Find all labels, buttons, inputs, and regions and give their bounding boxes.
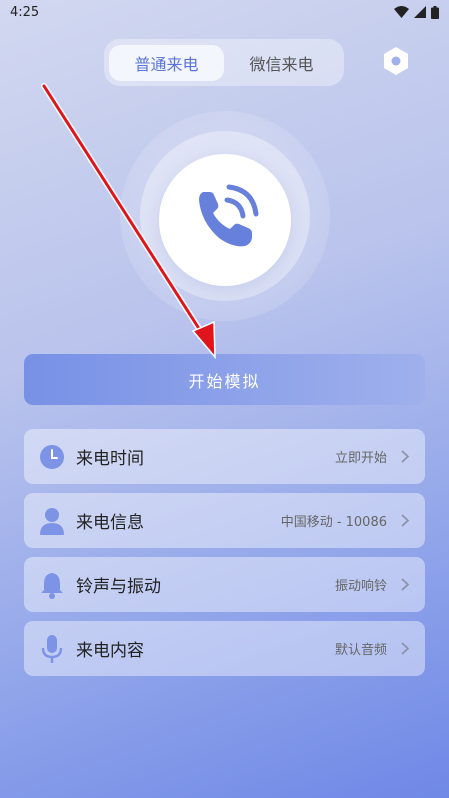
wifi-icon <box>394 6 409 18</box>
row-value: 振动响铃 <box>334 579 387 594</box>
person-icon <box>38 507 66 535</box>
settings-icon <box>382 46 410 80</box>
row-label: 来电信息 <box>76 513 144 533</box>
chevron-right-icon <box>399 450 411 464</box>
phone-ringing-icon <box>189 182 261 258</box>
row-value: 默认音频 <box>334 643 387 658</box>
start-simulation-button[interactable]: 开始模拟 <box>24 354 425 405</box>
bell-icon <box>38 571 66 599</box>
row-caller-info[interactable]: 来电信息 中国移动 - 10086 <box>24 493 425 548</box>
tab-wechat-call[interactable]: 微信来电 <box>224 45 339 81</box>
row-label: 来电时间 <box>76 449 144 469</box>
status-bar: 4:25 <box>0 0 449 24</box>
call-type-tabs: 普通来电 微信来电 <box>104 39 344 86</box>
row-label: 来电内容 <box>76 641 144 661</box>
settings-button[interactable] <box>378 45 414 81</box>
battery-icon <box>431 5 439 19</box>
clock-icon <box>38 443 66 471</box>
chevron-right-icon <box>399 642 411 656</box>
row-label: 铃声与振动 <box>76 577 161 597</box>
signal-icon <box>414 6 426 18</box>
microphone-icon <box>38 634 66 663</box>
row-call-time[interactable]: 来电时间 立即开始 <box>24 429 425 484</box>
row-value: 立即开始 <box>334 451 387 466</box>
status-icons <box>394 5 439 19</box>
row-ringtone-vibration[interactable]: 铃声与振动 振动响铃 <box>24 557 425 612</box>
chevron-right-icon <box>399 514 411 528</box>
chevron-right-icon <box>399 578 411 592</box>
tab-normal-call[interactable]: 普通来电 <box>109 44 224 81</box>
hero-phone-circle <box>159 154 291 286</box>
row-value: 中国移动 - 10086 <box>280 515 387 530</box>
status-time: 4:25 <box>10 4 40 20</box>
row-call-content[interactable]: 来电内容 默认音频 <box>24 621 425 676</box>
